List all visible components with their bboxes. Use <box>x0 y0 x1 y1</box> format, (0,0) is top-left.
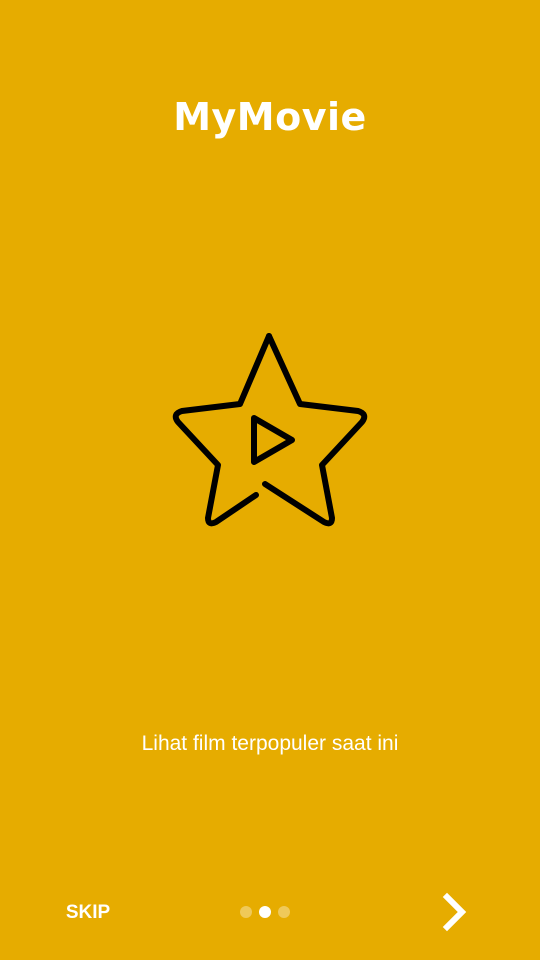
chevron-right-icon <box>442 892 467 932</box>
page-dot-2-active <box>259 906 271 918</box>
page-dot-1 <box>240 906 252 918</box>
page-indicator <box>240 906 290 918</box>
app-title: MyMovie <box>173 95 367 139</box>
star-play-icon <box>170 330 370 530</box>
next-button[interactable] <box>430 888 478 936</box>
onboarding-message: Lihat film terpopuler saat ini <box>141 732 399 755</box>
page-dot-3 <box>278 906 290 918</box>
skip-button[interactable]: SKIP <box>48 893 128 933</box>
